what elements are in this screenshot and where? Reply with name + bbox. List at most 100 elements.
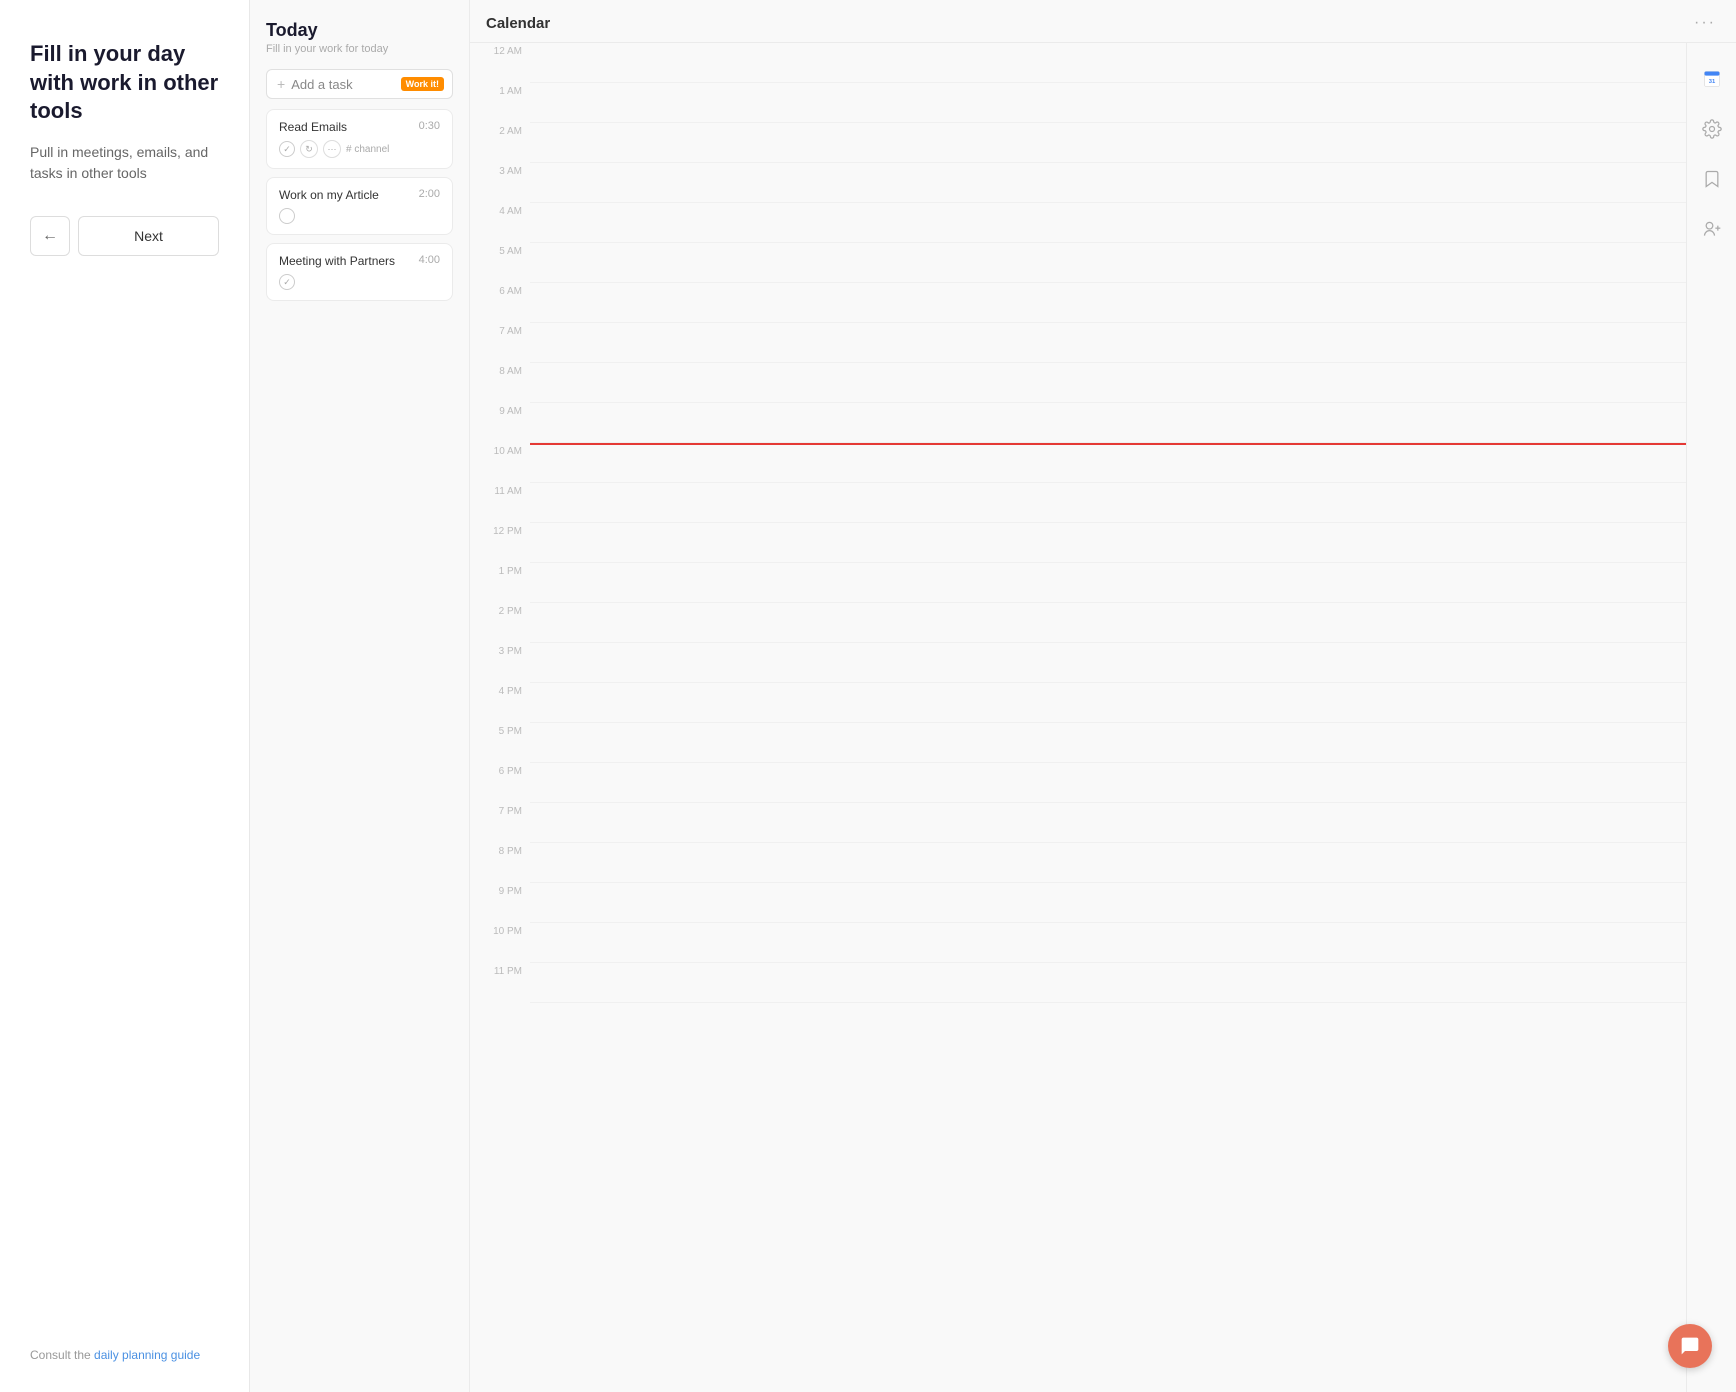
hour-line-14 bbox=[530, 603, 1686, 643]
next-button[interactable]: Next bbox=[78, 216, 219, 256]
hour-line-3 bbox=[530, 163, 1686, 203]
time-slot-11: 11 AM bbox=[470, 483, 530, 523]
task-check-work-article[interactable] bbox=[279, 208, 295, 224]
time-column: 12 AM 1 AM 2 AM 3 AM 4 AM 5 AM 6 AM 7 AM 8 AM 9 A… bbox=[470, 43, 530, 1392]
hour-line-23 bbox=[530, 963, 1686, 1003]
hour-line-0 bbox=[530, 43, 1686, 83]
time-slot-18: 6 PM bbox=[470, 763, 530, 803]
task-actions-read-emails: ✓ ↻ ⋯ # channel bbox=[279, 140, 440, 158]
time-label-2: 2 AM bbox=[499, 126, 522, 137]
time-slot-6: 6 AM bbox=[470, 283, 530, 323]
hour-line-22 bbox=[530, 923, 1686, 963]
bookmark-icon[interactable] bbox=[1696, 163, 1728, 195]
hour-line-17 bbox=[530, 723, 1686, 763]
left-content: Fill in your day with work in other tool… bbox=[30, 40, 219, 256]
hour-line-8 bbox=[530, 363, 1686, 403]
time-label-20: 8 PM bbox=[499, 846, 522, 857]
time-label-8: 8 AM bbox=[499, 366, 522, 377]
right-sidebar-icons: 31 bbox=[1686, 43, 1736, 1392]
time-slot-19: 7 PM bbox=[470, 803, 530, 843]
hour-line-1 bbox=[530, 83, 1686, 123]
time-slot-0: 12 AM bbox=[470, 43, 530, 83]
hour-line-15 bbox=[530, 643, 1686, 683]
time-label-7: 7 AM bbox=[499, 326, 522, 337]
time-slot-23: 11 PM bbox=[470, 963, 530, 1003]
time-slot-20: 8 PM bbox=[470, 843, 530, 883]
back-button[interactable]: ← bbox=[30, 216, 70, 256]
task-duration-read-emails: 0:30 bbox=[419, 120, 440, 132]
time-slot-3: 3 AM bbox=[470, 163, 530, 203]
time-slot-17: 5 PM bbox=[470, 723, 530, 763]
calendar-panel: Calendar ··· 12 AM 1 AM 2 AM 3 AM 4 AM 5 AM 6 … bbox=[470, 0, 1736, 1392]
task-duration-work-article: 2:00 bbox=[419, 188, 440, 200]
today-subtitle: Fill in your work for today bbox=[266, 43, 453, 55]
task-actions-work-article bbox=[279, 208, 440, 224]
add-task-label: Add a task bbox=[291, 77, 352, 92]
hour-line-2 bbox=[530, 123, 1686, 163]
time-label-10: 10 AM bbox=[494, 446, 522, 457]
time-slot-10: 10 AM bbox=[470, 443, 530, 483]
time-slot-1: 1 AM bbox=[470, 83, 530, 123]
google-plus-icon[interactable] bbox=[1696, 213, 1728, 245]
time-slot-7: 7 AM bbox=[470, 323, 530, 363]
time-slot-9: 9 AM bbox=[470, 403, 530, 443]
task-name-work-article: Work on my Article bbox=[279, 188, 411, 202]
time-label-14: 2 PM bbox=[499, 606, 522, 617]
hour-line-11 bbox=[530, 483, 1686, 523]
time-label-11: 11 AM bbox=[494, 486, 522, 497]
time-label-4: 4 AM bbox=[499, 206, 522, 217]
time-label-5: 5 AM bbox=[499, 246, 522, 257]
hour-line-19 bbox=[530, 803, 1686, 843]
hour-line-9 bbox=[530, 403, 1686, 443]
hour-line-4 bbox=[530, 203, 1686, 243]
current-time-indicator bbox=[530, 443, 1686, 445]
add-task-button[interactable]: + Add a task Work it! bbox=[266, 69, 453, 99]
time-label-6: 6 AM bbox=[499, 286, 522, 297]
time-slot-22: 10 PM bbox=[470, 923, 530, 963]
time-slot-4: 4 AM bbox=[470, 203, 530, 243]
hour-line-7 bbox=[530, 323, 1686, 363]
time-label-12: 12 PM bbox=[493, 526, 522, 537]
time-slot-5: 5 AM bbox=[470, 243, 530, 283]
calendar-header: Calendar ··· bbox=[470, 0, 1736, 43]
task-duration-meeting-partners: 4:00 bbox=[419, 254, 440, 266]
hour-line-18 bbox=[530, 763, 1686, 803]
calendar-body: 12 AM 1 AM 2 AM 3 AM 4 AM 5 AM 6 AM 7 AM 8 AM 9 A… bbox=[470, 43, 1736, 1392]
google-calendar-icon[interactable]: 31 bbox=[1696, 63, 1728, 95]
task-card-work-article[interactable]: Work on my Article 2:00 bbox=[266, 177, 453, 235]
hour-line-6 bbox=[530, 283, 1686, 323]
page-subtitle: Pull in meetings, emails, and tasks in o… bbox=[30, 142, 219, 184]
task-check-meeting-partners[interactable]: ✓ bbox=[279, 274, 295, 290]
hour-line-12 bbox=[530, 523, 1686, 563]
time-label-21: 9 PM bbox=[499, 886, 522, 897]
time-label-15: 3 PM bbox=[499, 646, 522, 657]
task-action-icon-1[interactable]: ↻ bbox=[300, 140, 318, 158]
main-content: Today Fill in your work for today + Add … bbox=[250, 0, 1736, 1392]
workit-badge: Work it! bbox=[401, 77, 444, 91]
time-label-13: 1 PM bbox=[499, 566, 522, 577]
calendar-more-button[interactable]: ··· bbox=[1694, 14, 1716, 32]
plus-icon: + bbox=[277, 76, 285, 92]
time-slot-13: 1 PM bbox=[470, 563, 530, 603]
footer-link[interactable]: daily planning guide bbox=[94, 1348, 200, 1362]
task-action-icon-2[interactable]: ⋯ bbox=[323, 140, 341, 158]
task-name-read-emails: Read Emails bbox=[279, 120, 411, 134]
time-label-17: 5 PM bbox=[499, 726, 522, 737]
time-slot-14: 2 PM bbox=[470, 603, 530, 643]
time-slot-2: 2 AM bbox=[470, 123, 530, 163]
time-label-1: 1 AM bbox=[499, 86, 522, 97]
time-slot-15: 3 PM bbox=[470, 643, 530, 683]
task-name-meeting-partners: Meeting with Partners bbox=[279, 254, 411, 268]
chat-button[interactable] bbox=[1668, 1324, 1712, 1368]
task-card-read-emails[interactable]: Read Emails 0:30 ✓ ↻ ⋯ # channel bbox=[266, 109, 453, 169]
time-label-23: 11 PM bbox=[494, 966, 522, 977]
settings-icon[interactable] bbox=[1696, 113, 1728, 145]
hour-line-10 bbox=[530, 443, 1686, 483]
nav-buttons: ← Next bbox=[30, 216, 219, 256]
task-check-read-emails[interactable]: ✓ bbox=[279, 141, 295, 157]
task-card-meeting-partners[interactable]: Meeting with Partners 4:00 ✓ bbox=[266, 243, 453, 301]
hour-line-13 bbox=[530, 563, 1686, 603]
calendar-title: Calendar bbox=[486, 15, 550, 32]
footer: Consult the daily planning guide bbox=[30, 1348, 219, 1362]
task-channel-read-emails: # channel bbox=[346, 144, 389, 155]
